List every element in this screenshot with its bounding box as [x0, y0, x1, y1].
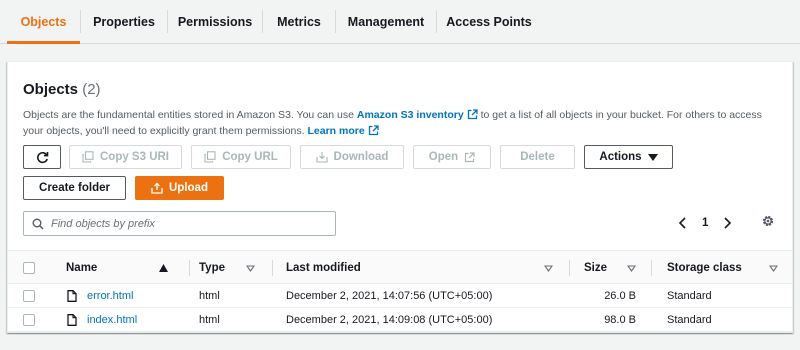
search-icon: [32, 218, 44, 230]
column-header-name[interactable]: Name: [66, 251, 97, 285]
object-count: (2): [82, 81, 101, 98]
object-name-link[interactable]: error.html: [87, 290, 133, 302]
delete-button[interactable]: Delete: [500, 145, 575, 169]
actions-label: Actions: [599, 151, 642, 163]
table-row[interactable]: error.html html December 2, 2021, 14:07:…: [8, 284, 792, 308]
tab-access-points[interactable]: Access Points: [437, 0, 541, 43]
object-type: html: [199, 314, 220, 326]
refresh-button[interactable]: [23, 145, 61, 169]
object-size: 98.0 B: [604, 314, 636, 326]
upload-button[interactable]: Upload: [135, 176, 224, 200]
copy-s3-uri-button[interactable]: Copy S3 URI: [69, 145, 182, 169]
search-box[interactable]: [23, 211, 336, 236]
upload-label: Upload: [169, 182, 208, 194]
tab-management[interactable]: Management: [336, 0, 436, 43]
column-header-type[interactable]: Type: [199, 251, 225, 285]
refresh-icon: [36, 151, 48, 163]
download-button[interactable]: Download: [300, 145, 404, 169]
current-page[interactable]: 1: [702, 217, 708, 229]
row-checkbox[interactable]: [23, 314, 35, 326]
panel-title: Objects (2): [23, 81, 101, 98]
tab-properties[interactable]: Properties: [81, 0, 167, 43]
actions-dropdown[interactable]: Actions: [584, 145, 673, 169]
panel-title-text: Objects: [23, 81, 79, 98]
open-button[interactable]: Open: [413, 145, 491, 169]
copy-icon: [82, 151, 94, 163]
object-storage-class: Standard: [667, 290, 712, 302]
chevron-left-icon[interactable]: [677, 216, 689, 230]
object-last-modified: December 2, 2021, 14:09:08 (UTC+05:00): [286, 314, 493, 326]
search-input[interactable]: [51, 217, 321, 230]
object-size: 26.0 B: [604, 290, 636, 302]
copy-icon: [204, 151, 216, 163]
object-storage-class: Standard: [667, 314, 712, 326]
table-header: Name Type Last modified Size Storage cla…: [8, 250, 792, 284]
delete-label: Delete: [520, 151, 555, 163]
tab-bar: Objects Properties Permissions Metrics M…: [0, 0, 800, 44]
object-type: html: [199, 290, 220, 302]
file-icon: [67, 290, 77, 302]
copy-s3-uri-label: Copy S3 URI: [99, 151, 169, 163]
create-folder-label: Create folder: [39, 182, 110, 194]
object-last-modified: December 2, 2021, 14:07:56 (UTC+05:00): [286, 290, 493, 302]
column-divider: [189, 260, 190, 276]
external-link-icon: [465, 151, 475, 162]
object-name[interactable]: index.html: [87, 308, 137, 332]
open-label: Open: [428, 151, 459, 163]
sort-icon[interactable]: [544, 265, 553, 272]
object-name-link[interactable]: index.html: [87, 314, 137, 326]
download-label: Download: [333, 151, 389, 163]
object-name[interactable]: error.html: [87, 284, 133, 308]
column-divider: [651, 260, 652, 276]
create-folder-button[interactable]: Create folder: [23, 176, 126, 200]
table-row[interactable]: index.html html December 2, 2021, 14:09:…: [8, 308, 792, 332]
upload-icon: [151, 182, 163, 194]
column-divider: [272, 260, 273, 276]
column-divider: [569, 260, 570, 276]
column-header-last-modified[interactable]: Last modified: [286, 251, 361, 285]
inventory-link[interactable]: Amazon S3 inventory: [357, 109, 464, 121]
panel-description: Objects are the fundamental entities sto…: [23, 107, 783, 139]
column-header-storage-class[interactable]: Storage class: [667, 251, 742, 285]
file-icon: [67, 314, 77, 326]
select-all-checkbox[interactable]: [23, 262, 35, 274]
tab-objects[interactable]: Objects: [7, 0, 80, 44]
row-checkbox[interactable]: [23, 290, 35, 302]
column-header-size[interactable]: Size: [584, 251, 607, 285]
description-text: Objects are the fundamental entities sto…: [23, 109, 357, 121]
sort-icon[interactable]: [769, 265, 778, 272]
sort-icon[interactable]: [627, 265, 636, 272]
settings-gear-icon[interactable]: [761, 214, 775, 228]
external-link-icon: [368, 125, 379, 136]
caret-down-icon: [647, 153, 658, 161]
objects-panel: Objects (2) Objects are the fundamental …: [7, 61, 793, 333]
copy-url-button[interactable]: Copy URL: [191, 145, 291, 169]
tab-permissions[interactable]: Permissions: [168, 0, 262, 43]
pagination: 1: [677, 212, 733, 234]
copy-url-label: Copy URL: [222, 151, 278, 163]
learn-more-link[interactable]: Learn more: [307, 125, 364, 137]
sort-ascending-icon[interactable]: [159, 264, 168, 272]
external-link-icon: [467, 109, 478, 120]
tab-metrics[interactable]: Metrics: [263, 0, 335, 43]
chevron-right-icon[interactable]: [721, 216, 733, 230]
sort-icon[interactable]: [246, 265, 255, 272]
download-icon: [315, 152, 328, 163]
